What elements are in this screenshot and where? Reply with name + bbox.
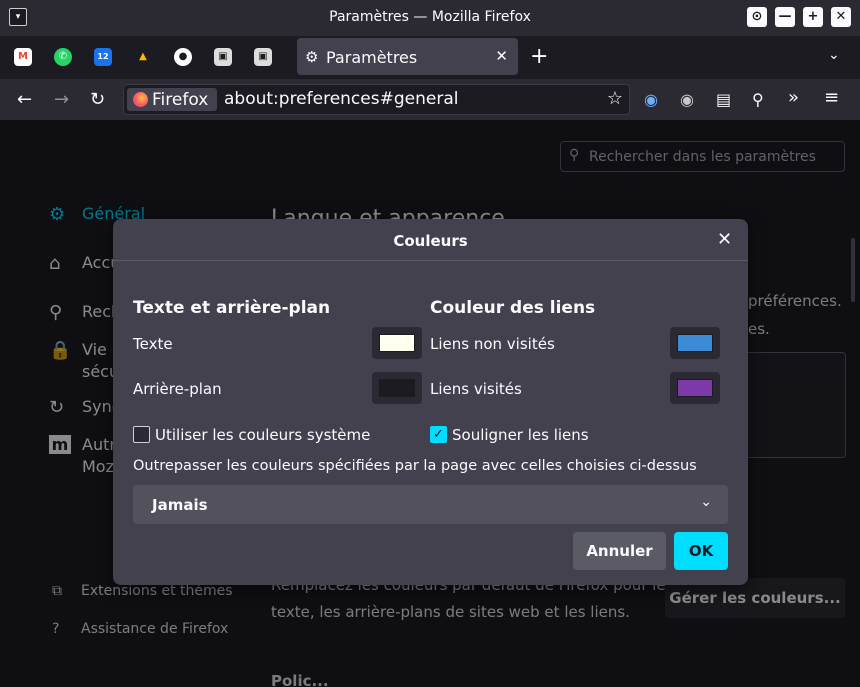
dialog-title: Couleurs bbox=[393, 232, 468, 250]
list-all-tabs-button[interactable]: ⌄ bbox=[828, 47, 840, 63]
identity-label: Firefox bbox=[152, 90, 209, 110]
text-color-swatch bbox=[379, 334, 415, 352]
new-tab-button[interactable]: + bbox=[530, 44, 548, 69]
dialog-divider bbox=[113, 260, 748, 261]
visited-links-label: Liens visités bbox=[430, 380, 522, 398]
tab-settings[interactable]: ⚙ Paramètres ✕ bbox=[297, 38, 518, 75]
extension-1-icon[interactable]: ◉ bbox=[644, 90, 658, 109]
tab-bar: M ✆ 12 ▲ ● ▣ ▣ ⚙ Paramètres ✕ + ⌄ bbox=[0, 36, 860, 79]
pinned-tab-6[interactable]: ▣ bbox=[214, 48, 232, 66]
text-color-label: Texte bbox=[133, 335, 173, 353]
use-system-colors-label[interactable]: Utiliser les couleurs système bbox=[155, 426, 370, 444]
bookmark-star-icon[interactable]: ☆ bbox=[607, 88, 623, 109]
unvisited-link-color-picker[interactable] bbox=[670, 327, 720, 359]
title-bar: ▾ Paramètres — Mozilla Firefox ⊙ — + ✕ bbox=[0, 0, 860, 36]
unvisited-links-label: Liens non visités bbox=[430, 335, 555, 353]
url-text[interactable]: about:preferences#general bbox=[224, 89, 458, 109]
underline-links-label[interactable]: Souligner les liens bbox=[452, 426, 589, 444]
whatsapp-pinned-tab[interactable]: ✆ bbox=[54, 48, 72, 66]
ok-button[interactable]: OK bbox=[674, 532, 728, 570]
background-color-swatch bbox=[379, 379, 415, 397]
override-colors-select[interactable]: Jamais ⌄ bbox=[133, 485, 728, 524]
close-tab-icon[interactable]: ✕ bbox=[495, 47, 508, 65]
pin-window-button[interactable]: ⊙ bbox=[747, 7, 767, 27]
url-bar[interactable]: Firefox about:preferences#general ☆ bbox=[123, 84, 630, 115]
gear-icon: ⚙ bbox=[305, 48, 319, 66]
cancel-button[interactable]: Annuler bbox=[573, 532, 666, 570]
unvisited-link-swatch bbox=[677, 334, 713, 352]
pinned-tab-7[interactable]: ▣ bbox=[254, 48, 272, 66]
select-value: Jamais bbox=[152, 496, 208, 514]
firefox-logo-icon bbox=[133, 92, 148, 107]
tab-label: Paramètres bbox=[326, 48, 418, 67]
window-title: Paramètres — Mozilla Firefox bbox=[329, 9, 531, 25]
forward-button[interactable]: → bbox=[54, 89, 69, 110]
github-pinned-tab[interactable]: ● bbox=[174, 48, 192, 66]
extension-2-icon[interactable]: ◉ bbox=[680, 90, 694, 109]
reload-button[interactable]: ↻ bbox=[90, 89, 105, 110]
maximize-button[interactable]: + bbox=[803, 7, 823, 27]
text-background-heading: Texte et arrière-plan bbox=[133, 298, 331, 318]
visited-link-color-picker[interactable] bbox=[670, 372, 720, 404]
underline-links-checkbox[interactable]: ✓ bbox=[430, 426, 447, 443]
background-color-picker[interactable] bbox=[372, 372, 422, 404]
close-icon[interactable]: ✕ bbox=[717, 229, 732, 250]
chevron-down-icon: ⌄ bbox=[700, 494, 712, 510]
minimize-button[interactable]: — bbox=[775, 7, 795, 27]
drive-pinned-tab[interactable]: ▲ bbox=[134, 48, 152, 66]
extensions-puzzle-icon[interactable]: ⚲ bbox=[752, 90, 764, 109]
overflow-chevron-icon[interactable]: » bbox=[788, 87, 799, 108]
link-colors-heading: Couleur des liens bbox=[430, 298, 596, 318]
visited-link-swatch bbox=[677, 379, 713, 397]
close-window-button[interactable]: ✕ bbox=[831, 7, 851, 27]
background-color-label: Arrière-plan bbox=[133, 380, 222, 398]
nav-bar: ← → ↻ Firefox about:preferences#general … bbox=[0, 79, 860, 120]
gmail-pinned-tab[interactable]: M bbox=[14, 48, 32, 66]
text-color-picker[interactable] bbox=[372, 327, 422, 359]
use-system-colors-checkbox[interactable] bbox=[133, 426, 150, 443]
back-button[interactable]: ← bbox=[17, 89, 32, 110]
colors-dialog: Couleurs ✕ Texte et arrière-plan Couleur… bbox=[113, 219, 748, 585]
calendar-pinned-tab[interactable]: 12 bbox=[94, 48, 112, 66]
reader-extension-icon[interactable]: ▤ bbox=[716, 90, 731, 109]
hamburger-menu-icon[interactable]: ≡ bbox=[824, 87, 839, 108]
identity-box[interactable]: Firefox bbox=[127, 88, 217, 111]
override-colors-label: Outrepasser les couleurs spécifiées par … bbox=[133, 458, 697, 474]
